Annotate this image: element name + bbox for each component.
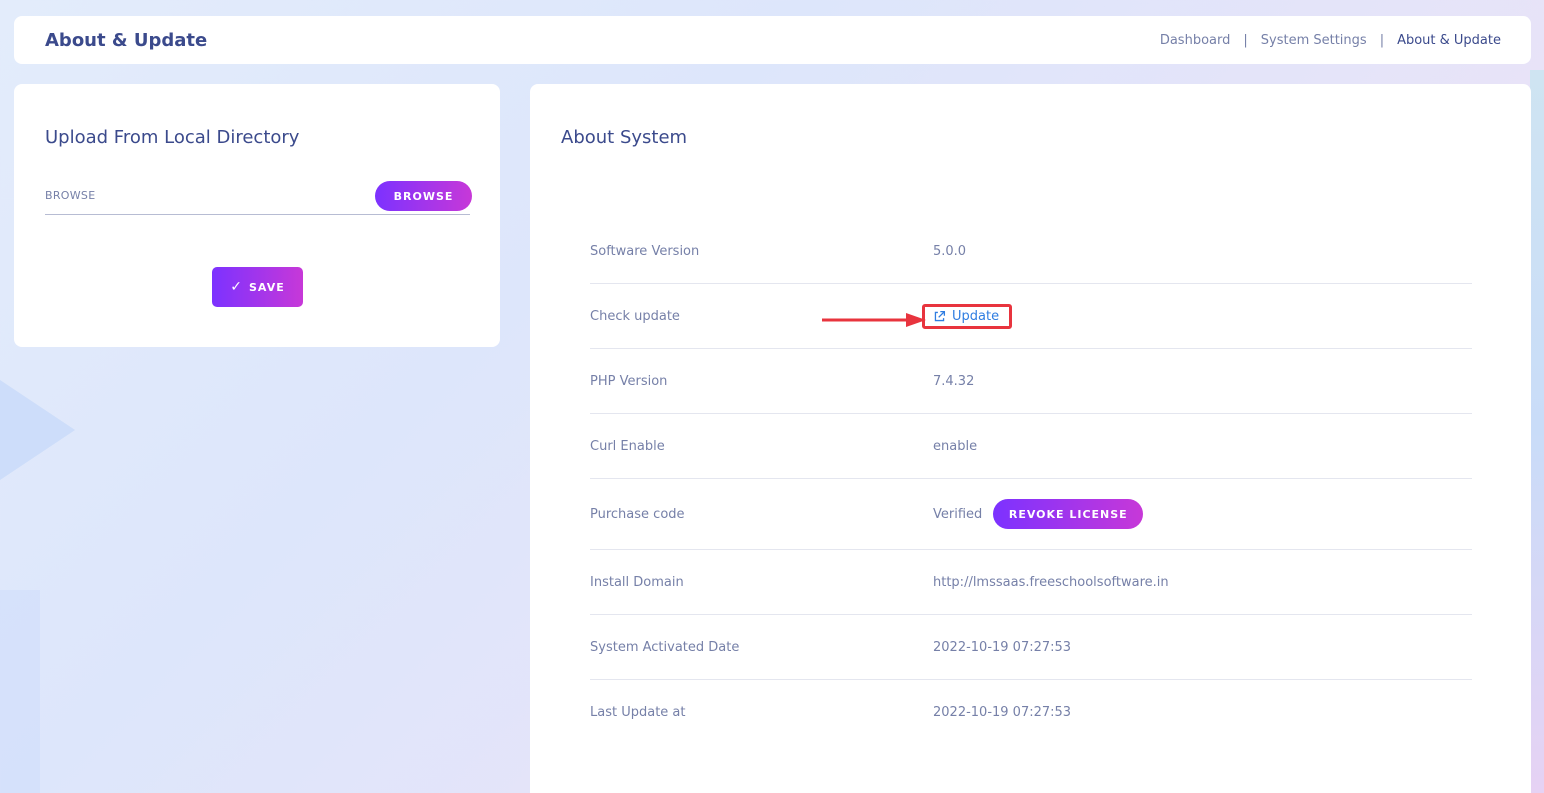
last-update-value: 2022-10-19 07:27:53 [933,705,1072,720]
browse-button[interactable]: BROWSE [375,181,472,211]
row-label: Software Version [590,243,700,259]
save-button-label: SAVE [249,280,285,294]
about-system-card: About System Software Version 5.0.0 Chec… [530,84,1531,793]
table-row: Check update Update [590,284,1472,349]
table-row: Software Version 5.0.0 [590,219,1472,284]
upload-card-title: Upload From Local Directory [45,127,300,148]
breadcrumb-dashboard[interactable]: Dashboard [1160,33,1231,48]
page-header: About & Update Dashboard | System Settin… [14,16,1531,64]
php-version-value: 7.4.32 [933,373,975,389]
install-domain-value: http://lmssaas.freeschoolsoftware.in [933,574,1169,590]
breadcrumb-separator: | [1243,32,1248,48]
row-label: Install Domain [590,574,684,590]
external-link-icon [934,310,946,321]
table-row: PHP Version 7.4.32 [590,349,1472,414]
revoke-license-button[interactable]: REVOKE LICENSE [993,499,1144,529]
file-input-placeholder: BROWSE [45,189,96,202]
update-link-label: Update [952,308,1000,324]
about-system-title: About System [561,127,688,148]
check-icon: ✓ [230,279,243,295]
update-link[interactable]: Update [922,303,1013,329]
software-version-value: 5.0.0 [933,243,967,259]
breadcrumb-separator: | [1379,32,1385,48]
row-label: Purchase code [590,506,685,522]
background-band-left [0,590,40,793]
row-label: Curl Enable [590,438,665,454]
table-row: Install Domain http://lmssaas.freeschool… [590,550,1472,615]
breadcrumb-system-settings[interactable]: System Settings [1261,33,1367,48]
system-info-table: Software Version 5.0.0 Check update Upda… [590,219,1472,745]
table-row: System Activated Date 2022-10-19 07:27:5… [590,615,1472,680]
table-row: Last Update at 2022-10-19 07:27:53 [590,680,1472,745]
curl-enable-value: enable [933,438,978,454]
save-button[interactable]: ✓ SAVE [212,267,303,307]
breadcrumb-current: About & Update [1397,32,1501,48]
row-label: Last Update at [590,705,686,720]
table-row: Purchase code Verified REVOKE LICENSE [590,479,1472,550]
purchase-status-value: Verified [933,506,983,522]
table-row: Curl Enable enable [590,414,1472,479]
breadcrumb: Dashboard | System Settings | About & Up… [1160,33,1501,48]
page-title: About & Update [45,29,208,51]
row-label: Check update [590,308,680,324]
row-label: System Activated Date [590,639,740,655]
background-triangle [0,340,75,520]
row-label: PHP Version [590,373,668,389]
upload-card: Upload From Local Directory BROWSE BROWS… [14,84,500,347]
file-input-field[interactable]: BROWSE BROWSE [45,181,472,215]
activated-date-value: 2022-10-19 07:27:53 [933,639,1072,655]
background-band-right [1530,70,1544,793]
